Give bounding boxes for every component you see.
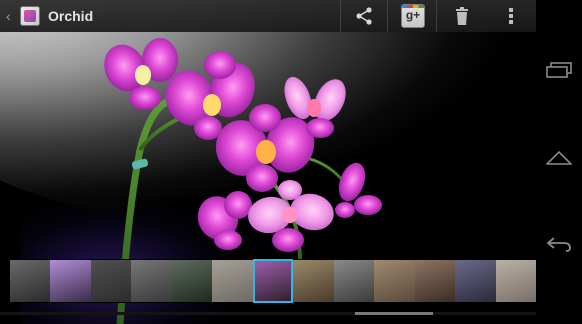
back-button[interactable] [536, 224, 582, 264]
filmstrip-thumbnail[interactable] [374, 259, 415, 303]
action-bar: ‹ Orchid g+ [0, 0, 536, 32]
trash-icon [456, 7, 468, 25]
filmstrip-thumbnail[interactable] [50, 259, 91, 303]
page-title: Orchid [48, 8, 94, 24]
google-plus-icon: g+ [401, 4, 425, 28]
filmstrip-thumbnail[interactable] [333, 259, 375, 303]
overflow-menu-icon [509, 8, 513, 24]
filmstrip-thumbnail[interactable] [10, 259, 51, 303]
home-icon [546, 150, 572, 165]
filmstrip-thumbnail[interactable] [455, 259, 496, 303]
recent-apps-icon [546, 62, 572, 78]
filmstrip-thumbnail[interactable] [252, 259, 294, 303]
filmstrip-thumbnail[interactable] [131, 259, 172, 303]
share-icon [356, 7, 372, 25]
filmstrip-scrollbar[interactable] [0, 312, 536, 315]
recent-apps-button[interactable] [536, 50, 582, 90]
delete-button[interactable] [448, 0, 476, 32]
filmstrip-thumbnail[interactable] [212, 259, 253, 303]
back-icon [546, 237, 571, 252]
filmstrip-thumbnail[interactable] [414, 259, 456, 303]
filmstrip-thumbnail[interactable] [495, 259, 536, 303]
filmstrip-thumbnail[interactable] [293, 259, 334, 303]
scrollbar-thumb[interactable] [355, 312, 433, 315]
filmstrip[interactable] [10, 259, 536, 303]
home-button[interactable] [536, 137, 582, 177]
photo-viewer[interactable]: ‹ Orchid g+ [0, 0, 536, 324]
overflow-menu-button[interactable] [498, 0, 524, 32]
filmstrip-thumbnail[interactable] [171, 259, 213, 303]
gallery-app-icon[interactable] [20, 6, 40, 26]
filmstrip-thumbnail[interactable] [90, 259, 132, 303]
system-navigation-bar [536, 0, 582, 324]
google-plus-share-button[interactable]: g+ [390, 0, 437, 32]
share-button[interactable] [340, 0, 388, 32]
up-caret-icon[interactable]: ‹ [6, 8, 18, 24]
